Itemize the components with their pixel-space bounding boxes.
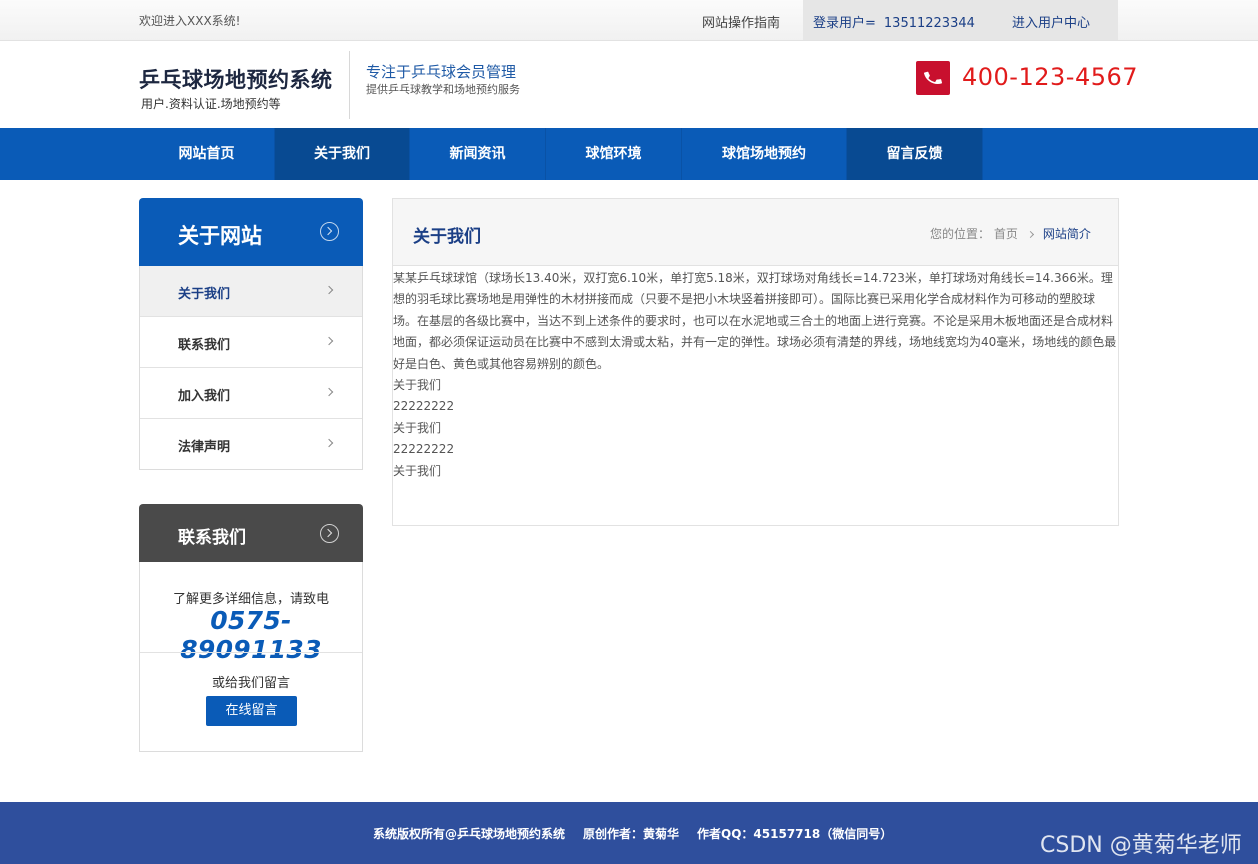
article-line: 关于我们 — [393, 420, 442, 435]
nav-item-news[interactable]: 新闻资讯 — [410, 128, 546, 180]
breadcrumb-current[interactable]: 网站简介 — [1043, 227, 1091, 241]
circle-arrow-icon — [320, 524, 339, 543]
article-line: 关于我们 — [393, 463, 442, 478]
login-label: 登录用户= — [813, 16, 876, 31]
sidebar-header: 关于网站 — [139, 198, 363, 266]
sidebar-item-about[interactable]: 关于我们 — [140, 266, 362, 317]
site-title[interactable]: 乒乓球场地预约系统 — [139, 64, 333, 94]
phone-icon — [916, 61, 950, 95]
slogan-sub: 提供乒乓球教学和场地预约服务 — [366, 83, 520, 96]
footer-author: 原创作者：黄菊华 — [583, 827, 680, 841]
chevron-right-icon — [324, 438, 334, 448]
circle-arrow-icon — [320, 222, 339, 241]
chevron-right-icon — [324, 285, 334, 295]
contact-info-text: 了解更多详细信息，请致电 — [172, 592, 329, 607]
nav-item-home[interactable]: 网站首页 — [139, 128, 275, 180]
contact-phone: 0575-89091133 — [180, 606, 322, 664]
slogan: 专注于乒乓球会员管理 — [366, 63, 517, 81]
message-prompt: 或给我们留言 — [211, 676, 290, 691]
chevron-right-icon — [324, 387, 334, 397]
sidebar-item-label: 加入我们 — [178, 389, 231, 404]
header-divider — [349, 51, 350, 119]
article-content: 某某乒乓球球馆（球场长13.40米，双打宽6.10米，单打宽5.18米，双打球场… — [393, 268, 1118, 482]
sidebar-item-join[interactable]: 加入我们 — [140, 368, 362, 419]
main-header: 关于我们 您的位置： 首页 网站简介 — [393, 199, 1118, 266]
sidebar-title: 关于网站 — [178, 224, 262, 248]
login-username: 13511223344 — [883, 16, 975, 31]
breadcrumb-home[interactable]: 首页 — [994, 227, 1018, 241]
user-box: 登录用户= 13511223344 进入用户中心 — [803, 0, 1118, 40]
article-line: 关于我们 — [393, 378, 442, 393]
sidebar-item-label: 关于我们 — [178, 287, 231, 302]
main-panel: 关于我们 您的位置： 首页 网站简介 某某乒乓球球馆（球场长13.40米，双打宽6… — [392, 198, 1119, 526]
nav-item-about[interactable]: 关于我们 — [275, 128, 410, 180]
chevron-right-icon — [324, 336, 334, 346]
page-title: 关于我们 — [413, 227, 481, 247]
nav-item-feedback[interactable]: 留言反馈 — [847, 128, 983, 180]
article-line: 22222222 — [393, 442, 455, 457]
contact-title: 联系我们 — [178, 528, 246, 548]
article-paragraph: 某某乒乓球球馆（球场长13.40米，双打宽6.10米，单打宽5.18米，双打球场… — [393, 271, 1117, 371]
chevron-right-icon — [1026, 230, 1034, 239]
watermark: CSDN @黄菊华老师 — [1040, 833, 1242, 858]
main-nav: 网站首页 关于我们 新闻资讯 球馆环境 球馆场地预约 留言反馈 — [0, 128, 1258, 180]
footer-text: 系统版权所有@乒乓球场地预约系统 原创作者：黄菊华 作者QQ：45157718（微信… — [373, 825, 910, 842]
footer-qq: 作者QQ：45157718（微信同号） — [697, 827, 893, 841]
top-bar: 欢迎进入XXX系统! 网站操作指南 登录用户= 13511223344 进入用户中… — [0, 0, 1258, 41]
article-line: 22222222 — [393, 399, 455, 414]
online-message-button[interactable]: 在线留言 — [206, 696, 297, 726]
welcome-text: 欢迎进入XXX系统! — [139, 14, 241, 28]
breadcrumb: 您的位置： 首页 网站简介 — [930, 225, 1091, 242]
sidebar-item-contact[interactable]: 联系我们 — [140, 317, 362, 368]
contact-divider — [140, 652, 362, 653]
hotline-number: 400-123-4567 — [962, 63, 1139, 91]
sidebar-item-label: 法律声明 — [178, 440, 231, 455]
nav-item-venue[interactable]: 球馆环境 — [546, 128, 682, 180]
sidebar-item-legal[interactable]: 法律声明 — [140, 419, 362, 470]
guide-link[interactable]: 网站操作指南 — [702, 12, 780, 31]
contact-body: 了解更多详细信息，请致电 0575-89091133 或给我们留言 在线留言 — [139, 562, 363, 752]
footer-copyright: 系统版权所有@乒乓球场地预约系统 — [373, 827, 566, 841]
nav-item-booking[interactable]: 球馆场地预约 — [682, 128, 847, 180]
site-header: 乒乓球场地预约系统 用户.资料认证.场地预约等 专注于乒乓球会员管理 提供乒乓球… — [0, 41, 1258, 128]
contact-header: 联系我们 — [139, 504, 363, 562]
site-subtitle: 用户.资料认证.场地预约等 — [141, 97, 281, 111]
login-user-info: 登录用户= 13511223344 — [813, 12, 975, 31]
user-center-link[interactable]: 进入用户中心 — [1012, 12, 1090, 31]
sidebar-item-label: 联系我们 — [178, 338, 231, 353]
sidebar-list: 关于我们 联系我们 加入我们 法律声明 — [139, 266, 363, 470]
breadcrumb-prefix: 您的位置： — [930, 227, 991, 241]
